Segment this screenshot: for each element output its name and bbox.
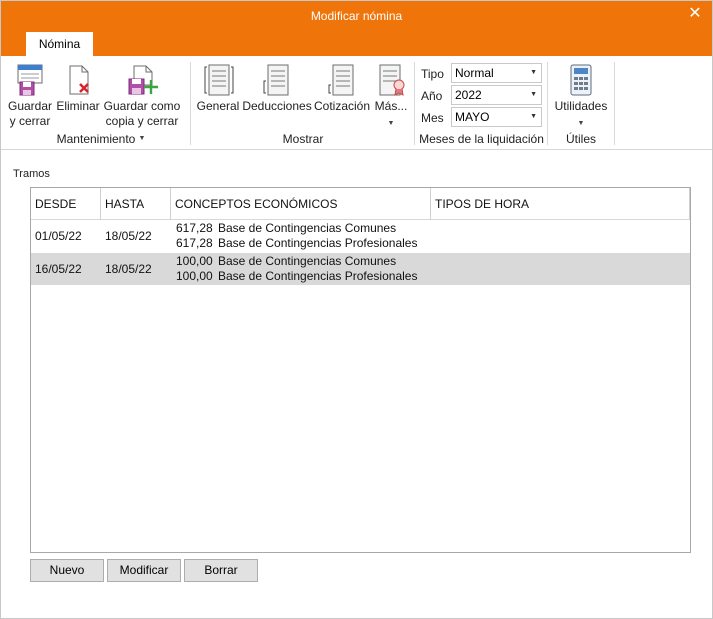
eliminar-label: Eliminar (56, 99, 100, 113)
table-row-selected[interactable]: 16/05/22 18/05/22 100,00 Base de Continge… (31, 253, 690, 285)
save-close-icon (17, 64, 43, 96)
general-sheet-icon (204, 64, 234, 96)
cotizacion-label: Cotización (313, 99, 371, 113)
concepto-amount: 100,00 (176, 254, 213, 268)
copia-label-line2: copia y cerrar (105, 114, 179, 128)
tipo-select[interactable]: Normal ▼ (451, 63, 542, 83)
modificar-button[interactable]: Modificar (107, 559, 181, 582)
chevron-down-icon: ▼ (387, 120, 395, 127)
cell-desde: 16/05/22 (35, 262, 82, 276)
cell-hasta: 18/05/22 (105, 262, 152, 276)
column-header-hasta[interactable]: HASTA (101, 188, 171, 220)
mas-label: Más... (374, 99, 408, 113)
save-copy-icon (128, 65, 158, 95)
concepto-amount: 100,00 (176, 269, 213, 283)
chevron-down-icon: ▼ (530, 91, 537, 98)
chevron-down-icon: ▼ (577, 120, 585, 127)
deducciones-button[interactable]: Deducciones (242, 63, 312, 114)
general-button[interactable]: General (195, 63, 241, 114)
title-bar: Modificar nómina ✕ Nómina (1, 1, 712, 57)
more-sheet-icon (379, 64, 405, 96)
column-header-conceptos[interactable]: CONCEPTOS ECONÓMICOS (171, 188, 431, 220)
ribbon: Guardar y cerrar Eliminar Guardar como c… (1, 56, 712, 150)
tramos-title: Tramos (13, 168, 50, 180)
modificar-nomina-window: Modificar nómina ✕ Nómina Guardar y cerr… (0, 0, 713, 619)
guardar-label-line1: Guardar (7, 99, 53, 113)
guardar-label-line2: y cerrar (9, 114, 51, 128)
window-title: Modificar nómina (310, 9, 403, 23)
cotizacion-button[interactable]: Cotización (313, 63, 371, 114)
concepto-amount: 617,28 (176, 221, 213, 235)
tramos-grid: DESDE HASTA CONCEPTOS ECONÓMICOS TIPOS D… (30, 187, 691, 553)
nuevo-button[interactable]: Nuevo (30, 559, 104, 582)
grid-header: DESDE HASTA CONCEPTOS ECONÓMICOS TIPOS D… (31, 188, 690, 220)
group-label-mantenimiento: Mantenimiento (56, 132, 136, 146)
guardar-y-cerrar-button[interactable]: Guardar y cerrar (7, 63, 53, 129)
eliminar-button[interactable]: Eliminar (55, 63, 101, 114)
cell-concepto: 100,00 Base de Contingencias Comunes (176, 254, 396, 269)
tipo-value: Normal (455, 66, 494, 80)
mas-button[interactable]: Más... ▼ (372, 63, 410, 131)
cell-desde: 01/05/22 (35, 229, 82, 243)
mes-select[interactable]: MAYO ▼ (451, 107, 542, 127)
tab-nomina[interactable]: Nómina (26, 32, 93, 57)
deductions-sheet-icon (263, 64, 289, 96)
concepto-amount: 617,28 (176, 236, 213, 250)
concepto-name: Base de Contingencias Comunes (218, 221, 397, 235)
concepto-name: Base de Contingencias Comunes (218, 254, 397, 268)
contribution-sheet-icon (328, 64, 354, 96)
cell-concepto: 617,28 Base de Contingencias Profesionale… (176, 236, 417, 251)
column-header-desde[interactable]: DESDE (31, 188, 101, 220)
group-label-utiles: Útiles (565, 132, 596, 146)
chevron-down-icon: ▼ (530, 69, 537, 76)
mes-label: Mes (421, 111, 444, 125)
mes-value: MAYO (455, 110, 490, 124)
utilidades-button[interactable]: Utilidades ▼ (553, 63, 609, 131)
deducciones-label: Deducciones (242, 99, 312, 113)
tipo-label: Tipo (421, 67, 444, 81)
cell-concepto: 617,28 Base de Contingencias Comunes (176, 221, 396, 236)
column-header-tipos-hora[interactable]: TIPOS DE HORA (431, 188, 690, 220)
group-label-mostrar: Mostrar (282, 132, 324, 146)
concepto-name: Base de Contingencias Profesionales (218, 269, 418, 283)
concepto-name: Base de Contingencias Profesionales (218, 236, 418, 250)
anio-label: Año (421, 89, 443, 103)
calculator-icon (570, 64, 592, 96)
group-divider (614, 62, 615, 145)
delete-icon (69, 65, 89, 95)
close-icon[interactable]: ✕ (684, 4, 706, 26)
cell-hasta: 18/05/22 (105, 229, 152, 243)
anio-value: 2022 (455, 88, 482, 102)
utilidades-label: Utilidades (554, 99, 608, 113)
table-row[interactable]: 01/05/22 18/05/22 617,28 Base de Continge… (31, 220, 690, 252)
cell-concepto: 100,00 Base de Contingencias Profesionale… (176, 269, 417, 284)
anio-select[interactable]: 2022 ▼ (451, 85, 542, 105)
borrar-button[interactable]: Borrar (184, 559, 258, 582)
general-label: General (196, 99, 240, 113)
copia-label-line1: Guardar como (103, 99, 181, 113)
group-label-meses: Meses de la liquidación (419, 132, 544, 146)
chevron-down-icon: ▼ (530, 113, 537, 120)
